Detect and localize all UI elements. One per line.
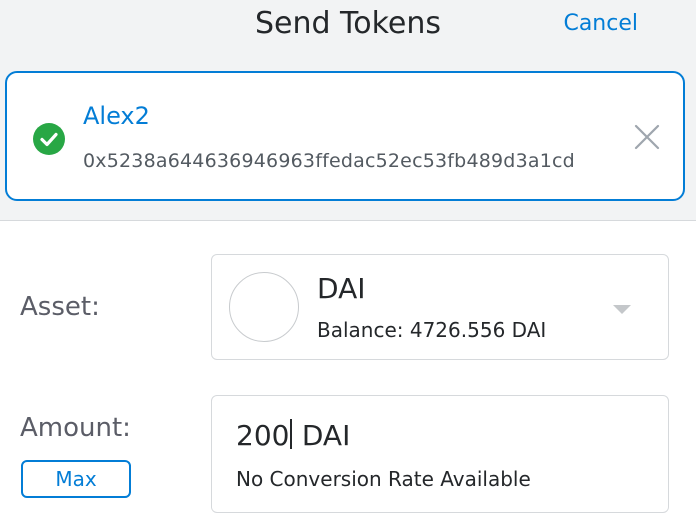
caret-down-icon [612, 301, 632, 314]
asset-symbol: DAI [317, 272, 366, 305]
cancel-button[interactable]: Cancel [563, 6, 638, 42]
amount-input[interactable]: 200 DAI No Conversion Rate Available [211, 395, 669, 513]
asset-balance: Balance: 4726.556 DAI [317, 318, 547, 342]
send-form: Asset: DAI Balance: 4726.556 DAI Amount:… [0, 221, 696, 516]
amount-field[interactable]: 200 DAI [236, 416, 350, 456]
recipient-name: Alex2 [83, 102, 150, 130]
token-avatar [229, 272, 299, 342]
amount-label: Amount: [20, 413, 131, 443]
amount-unit: DAI [301, 419, 351, 452]
conversion-rate-text: No Conversion Rate Available [236, 467, 531, 491]
asset-label: Asset: [20, 292, 100, 322]
text-cursor [290, 419, 292, 449]
recipient-address: 0x5238a644636946963ffedac52ec53fb489d3a1… [83, 150, 575, 172]
recipient-card[interactable]: Alex2 0x5238a644636946963ffedac52ec53fb4… [5, 71, 685, 201]
check-circle-icon [33, 123, 65, 155]
max-button[interactable]: Max [21, 460, 131, 498]
asset-selector[interactable]: DAI Balance: 4726.556 DAI [211, 254, 669, 360]
close-icon[interactable] [633, 123, 661, 151]
send-header: Send Tokens Cancel Alex2 0x5238a64463694… [0, 0, 696, 221]
amount-value[interactable]: 200 [236, 419, 289, 452]
